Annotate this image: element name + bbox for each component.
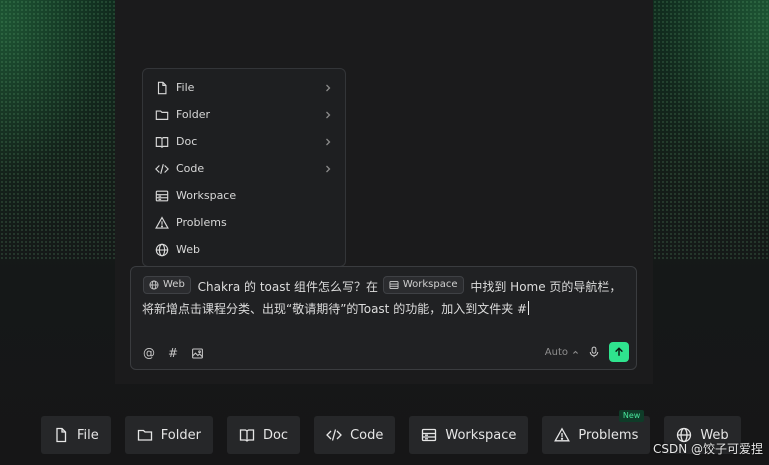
- menu-item-doc[interactable]: Doc: [143, 128, 345, 155]
- background-dot-pattern-right: [653, 0, 769, 260]
- chat-composer[interactable]: Web Chakra 的 toast 组件怎么写？在 Workspace 中找到…: [130, 266, 637, 370]
- menu-item-file[interactable]: File: [143, 74, 345, 101]
- menu-item-label: Folder: [176, 108, 210, 121]
- menu-item-label: Web: [176, 243, 200, 256]
- chevron-right-icon: [326, 165, 331, 172]
- workspace-icon: [389, 281, 399, 289]
- chip-label: Web: [163, 279, 185, 290]
- chevron-right-icon: [326, 84, 331, 91]
- code-icon: [326, 429, 342, 441]
- book-icon: [239, 429, 255, 442]
- context-button-label: Code: [350, 427, 384, 443]
- context-button-label: Doc: [262, 427, 289, 443]
- chevron-right-icon: [326, 138, 331, 145]
- file-icon: [56, 427, 67, 443]
- image-icon[interactable]: [190, 346, 204, 360]
- model-selector[interactable]: Auto: [545, 347, 579, 358]
- chevron-up-icon: [573, 350, 578, 354]
- chip-label: Workspace: [402, 279, 458, 290]
- workspace-icon: [155, 189, 169, 203]
- watermark: CSDN @饺子可爱捏: [652, 442, 763, 456]
- menu-item-label: Doc: [176, 135, 198, 148]
- web-context-chip[interactable]: Web: [143, 276, 191, 294]
- arrow-up-icon: [615, 347, 623, 356]
- context-button-problems[interactable]: Problems New: [542, 410, 651, 454]
- folder-icon: [155, 108, 169, 122]
- mention-menu: File Folder Doc Code Workspace Problems: [142, 68, 346, 267]
- globe-icon: [149, 280, 159, 290]
- context-button-label: File: [77, 427, 99, 443]
- send-button[interactable]: [609, 342, 629, 362]
- composer-text-part-2: 中找到 Home 页的导航栏，: [470, 280, 622, 294]
- model-label: Auto: [544, 346, 568, 358]
- context-type-bar: File Folder Doc Code Workspace Problems …: [41, 410, 741, 454]
- chevron-right-icon: [326, 111, 331, 118]
- context-button-label: Problems: [578, 427, 639, 443]
- composer-input[interactable]: Web Chakra 的 toast 组件怎么写？在 Workspace 中找到…: [142, 276, 624, 320]
- background-dot-pattern-left: [0, 0, 115, 260]
- composer-text-part-1: Chakra 的 toast 组件怎么写？在: [197, 280, 379, 294]
- workspace-icon: [422, 428, 437, 442]
- menu-item-workspace[interactable]: Workspace: [143, 182, 345, 209]
- file-icon: [155, 81, 169, 95]
- at-icon[interactable]: @: [142, 346, 156, 360]
- context-button-label: Folder: [160, 427, 201, 443]
- text-caret: [528, 301, 530, 315]
- composer-text-part-3: 将新增点击课程分类、出现“敬请期待”的Toast 的功能，加入到文件夹 #: [142, 302, 528, 316]
- composer-actions: Auto: [545, 342, 629, 362]
- menu-item-label: Workspace: [176, 189, 237, 202]
- folder-icon: [137, 429, 152, 441]
- context-button-file[interactable]: File: [41, 416, 111, 454]
- context-button-code[interactable]: Code: [314, 416, 396, 454]
- context-button-doc[interactable]: Doc: [226, 416, 301, 454]
- context-button-folder[interactable]: Folder: [124, 416, 213, 454]
- menu-item-label: Code: [176, 162, 205, 175]
- menu-item-label: File: [176, 81, 195, 94]
- menu-item-label: Problems: [176, 216, 227, 229]
- menu-item-web[interactable]: Web: [143, 236, 345, 263]
- composer-toolbar: @ #: [142, 346, 204, 360]
- book-icon: [155, 135, 169, 149]
- code-icon: [155, 162, 169, 176]
- menu-item-problems[interactable]: Problems: [143, 209, 345, 236]
- context-button-label: Workspace: [445, 427, 517, 443]
- workspace-context-chip[interactable]: Workspace: [382, 276, 464, 294]
- menu-item-folder[interactable]: Folder: [143, 101, 345, 128]
- globe-icon: [155, 243, 169, 257]
- menu-item-code[interactable]: Code: [143, 155, 345, 182]
- context-button-workspace[interactable]: Workspace: [409, 416, 529, 454]
- hash-icon[interactable]: #: [166, 346, 180, 360]
- new-badge: New: [618, 410, 645, 422]
- warning-icon: [155, 215, 169, 230]
- warning-icon: [554, 427, 571, 442]
- microphone-icon[interactable]: [587, 345, 601, 359]
